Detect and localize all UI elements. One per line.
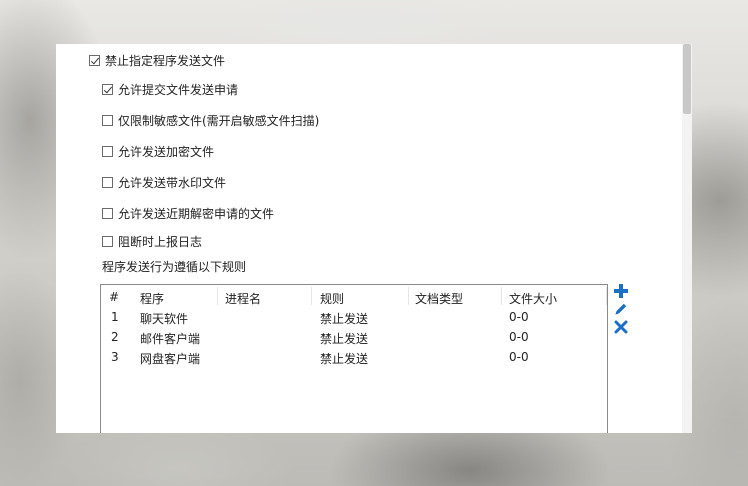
settings-panel: 禁止指定程序发送文件 允许提交文件发送申请 仅限制敏感文件(需开启敏感文件扫描)…	[56, 44, 682, 433]
cell-file-size: 0-0	[509, 330, 529, 344]
rules-section-label: 程序发送行为遵循以下规则	[102, 260, 247, 274]
checkbox-allow-recent-decrypt[interactable]	[102, 208, 113, 219]
column-divider	[217, 287, 218, 305]
option-label: 阻断时上报日志	[118, 235, 203, 249]
cell-index: 1	[111, 310, 119, 324]
cell-program: 网盘客户端	[140, 352, 201, 366]
header-file-size[interactable]: 文件大小	[509, 290, 557, 307]
checkbox-block-send-files[interactable]	[89, 55, 100, 66]
cell-rule: 禁止发送	[320, 332, 369, 346]
option-allow-encrypted[interactable]: 允许发送加密文件	[102, 143, 214, 160]
option-label: 允许发送带水印文件	[118, 176, 227, 190]
cell-index: 2	[111, 330, 119, 344]
checkbox-sensitive-only[interactable]	[102, 115, 113, 126]
plus-icon[interactable]	[614, 284, 628, 298]
column-divider	[501, 287, 502, 305]
column-divider	[606, 287, 607, 305]
header-index: #	[109, 290, 120, 304]
cell-file-size: 0-0	[509, 310, 529, 324]
cell-file-size: 0-0	[509, 350, 529, 364]
option-allow-watermark[interactable]: 允许发送带水印文件	[102, 174, 226, 191]
column-divider	[311, 287, 312, 305]
checkbox-allow-watermark[interactable]	[102, 177, 113, 188]
option-allow-recent-decrypt[interactable]: 允许发送近期解密申请的文件	[102, 205, 274, 222]
cell-program: 邮件客户端	[140, 332, 201, 346]
column-divider	[408, 287, 409, 305]
cell-index: 3	[111, 350, 119, 364]
x-icon[interactable]	[614, 320, 628, 334]
option-block-send-files[interactable]: 禁止指定程序发送文件	[89, 52, 225, 69]
checkbox-report-log[interactable]	[102, 236, 113, 247]
option-sensitive-only[interactable]: 仅限制敏感文件(需开启敏感文件扫描)	[102, 112, 319, 129]
pencil-icon[interactable]	[614, 302, 628, 316]
cell-rule: 禁止发送	[320, 312, 369, 326]
checkbox-allow-submit-request[interactable]	[102, 84, 113, 95]
option-label: 禁止指定程序发送文件	[105, 54, 226, 68]
header-program[interactable]: 程序	[140, 290, 164, 307]
scrollbar-thumb[interactable]	[683, 44, 691, 114]
header-process-name[interactable]: 进程名	[225, 290, 261, 307]
option-label: 允许发送近期解密申请的文件	[118, 207, 275, 221]
option-label: 允许发送加密文件	[118, 145, 215, 159]
header-rule[interactable]: 规则	[320, 290, 344, 307]
option-report-log[interactable]: 阻断时上报日志	[102, 233, 202, 250]
rule-actions	[614, 284, 632, 338]
cell-rule: 禁止发送	[320, 352, 369, 366]
rules-table: # 程序 进程名 规则 文档类型 文件大小 1 聊天软件 禁止发送 0-0 2 …	[100, 284, 608, 433]
vertical-scrollbar[interactable]	[682, 44, 692, 433]
cell-program: 聊天软件	[140, 312, 189, 326]
option-allow-submit-request[interactable]: 允许提交文件发送申请	[102, 81, 238, 98]
option-label: 允许提交文件发送申请	[118, 83, 239, 97]
checkbox-allow-encrypted[interactable]	[102, 146, 113, 157]
option-label: 仅限制敏感文件(需开启敏感文件扫描)	[118, 114, 320, 128]
header-doc-type[interactable]: 文档类型	[415, 290, 463, 307]
